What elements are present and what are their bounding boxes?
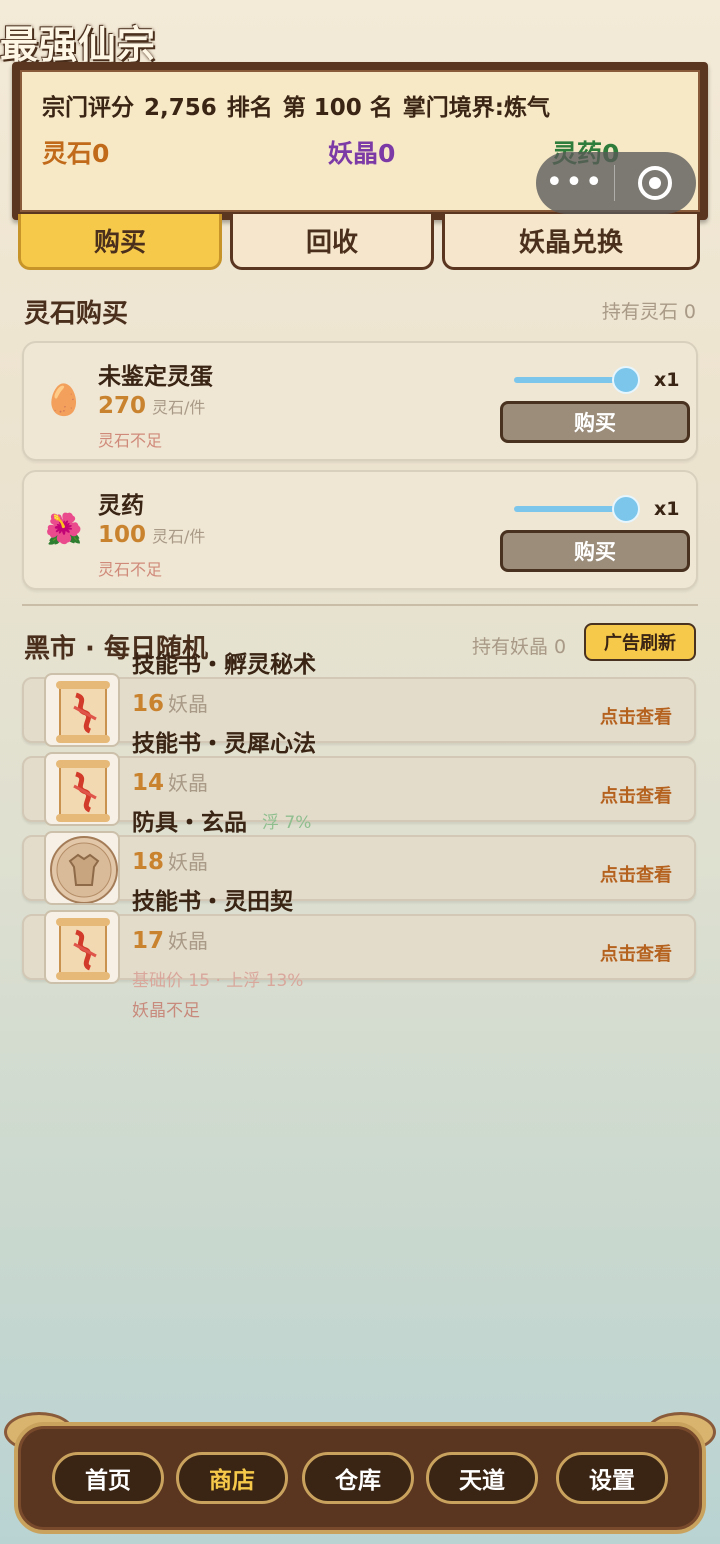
nav-heaven-dao[interactable]: 天道 [426, 1452, 538, 1504]
item-name: 灵药 [98, 493, 144, 519]
price-unit: 妖晶 [168, 692, 209, 716]
miniprogram-capsule: ••• [536, 152, 696, 214]
price-value: 16 [132, 691, 165, 717]
spirit-stone-count: 灵石0 [42, 139, 110, 168]
bm-item-name: 技能书・灵田契 [132, 889, 293, 915]
armor-icon [44, 831, 120, 905]
egg-icon: 🥚 [45, 383, 83, 418]
shop-item-herb: 🌺 灵药 100 灵石/件 灵石不足 x1 购买 [22, 470, 698, 590]
black-market-row[interactable]: 点击查看 [22, 677, 696, 743]
slider-handle[interactable] [612, 366, 640, 394]
price-unit: 灵石/件 [152, 527, 206, 546]
nav-shop[interactable]: 商店 [176, 1452, 288, 1504]
score-label: 宗门评分 [42, 95, 134, 121]
insufficient-notice: 灵石不足 [98, 431, 163, 450]
insufficient-notice: 妖晶不足 [132, 1001, 200, 1021]
tab-crystal-exchange[interactable]: 妖晶兑换 [442, 214, 700, 270]
herb-icon: 🌺 [45, 512, 83, 547]
nav-warehouse[interactable]: 仓库 [302, 1452, 414, 1504]
bm-item-price: 17 妖晶 [132, 925, 208, 954]
bm-item-price: 18 妖晶 [132, 846, 208, 875]
demon-crystal-count: 妖晶0 [328, 139, 396, 168]
stat-line: 宗门评分 2,756 排名第 100 名掌门境界:炼气 [42, 88, 560, 122]
price-value: 14 [132, 770, 165, 796]
bm-base-note: 浮 7% [262, 813, 312, 833]
item-name: 未鉴定灵蛋 [98, 364, 213, 390]
price-unit: 妖晶 [168, 929, 209, 953]
price-value: 18 [132, 849, 165, 875]
buy-button[interactable]: 购买 [500, 530, 690, 572]
insufficient-notice: 灵石不足 [98, 560, 163, 579]
black-market-row[interactable]: 点击查看 [22, 914, 696, 980]
scroll-icon [44, 752, 120, 826]
bm-item-price: 14 妖晶 [132, 767, 208, 796]
black-market-row[interactable]: 点击查看 [22, 835, 696, 901]
quantity-label: x1 [654, 498, 680, 520]
stone-holding: 持有灵石 0 [601, 301, 696, 323]
close-icon[interactable] [615, 166, 695, 200]
section-divider [22, 604, 698, 606]
rank-value: 第 100 名 [282, 95, 393, 121]
ad-refresh-button[interactable]: 广告刷新 [584, 623, 696, 661]
quantity-label: x1 [654, 369, 680, 391]
stone-shop-title: 灵石购买 [24, 299, 129, 329]
tab-buy[interactable]: 购买 [18, 214, 222, 270]
nav-settings[interactable]: 设置 [556, 1452, 668, 1504]
view-details-link[interactable]: 点击查看 [600, 940, 672, 966]
score-value: 2,756 [144, 95, 217, 121]
view-details-link[interactable]: 点击查看 [600, 861, 672, 887]
bm-item-name: 防具・玄品 [132, 810, 247, 836]
slider-handle[interactable] [612, 495, 640, 523]
view-details-link[interactable]: 点击查看 [600, 703, 672, 729]
price-value: 17 [132, 928, 165, 954]
item-price: 100 灵石/件 [98, 522, 205, 548]
item-price: 270 灵石/件 [98, 393, 205, 419]
bm-item-name: 技能书・孵灵秘术 [132, 652, 316, 678]
tab-recycle[interactable]: 回收 [230, 214, 434, 270]
price-value: 100 [98, 522, 147, 548]
scroll-icon [44, 910, 120, 984]
view-details-link[interactable]: 点击查看 [600, 782, 672, 808]
price-unit: 妖晶 [168, 850, 209, 874]
black-market-row[interactable]: 点击查看 [22, 756, 696, 822]
scroll-icon [44, 673, 120, 747]
price-unit: 妖晶 [168, 771, 209, 795]
nav-home[interactable]: 首页 [52, 1452, 164, 1504]
bottom-nav: 首页 商店 仓库 天道 设置 [0, 1412, 720, 1544]
realm-text: 掌门境界:炼气 [402, 95, 550, 121]
price-value: 270 [98, 393, 147, 419]
buy-button[interactable]: 购买 [500, 401, 690, 443]
bm-item-price: 16 妖晶 [132, 688, 208, 717]
app-title: 最强仙宗 [0, 23, 157, 67]
crystal-holding: 持有妖晶 0 [472, 636, 567, 658]
price-unit: 灵石/件 [152, 398, 206, 417]
more-icon[interactable]: ••• [536, 168, 614, 198]
shop-item-egg: 🥚 未鉴定灵蛋 270 灵石/件 灵石不足 x1 购买 [22, 341, 698, 461]
rank-label: 排名 [226, 95, 273, 121]
bm-base-note: 基础价 15 · 上浮 13% [132, 971, 304, 991]
bm-item-name: 技能书・灵犀心法 [132, 731, 316, 757]
